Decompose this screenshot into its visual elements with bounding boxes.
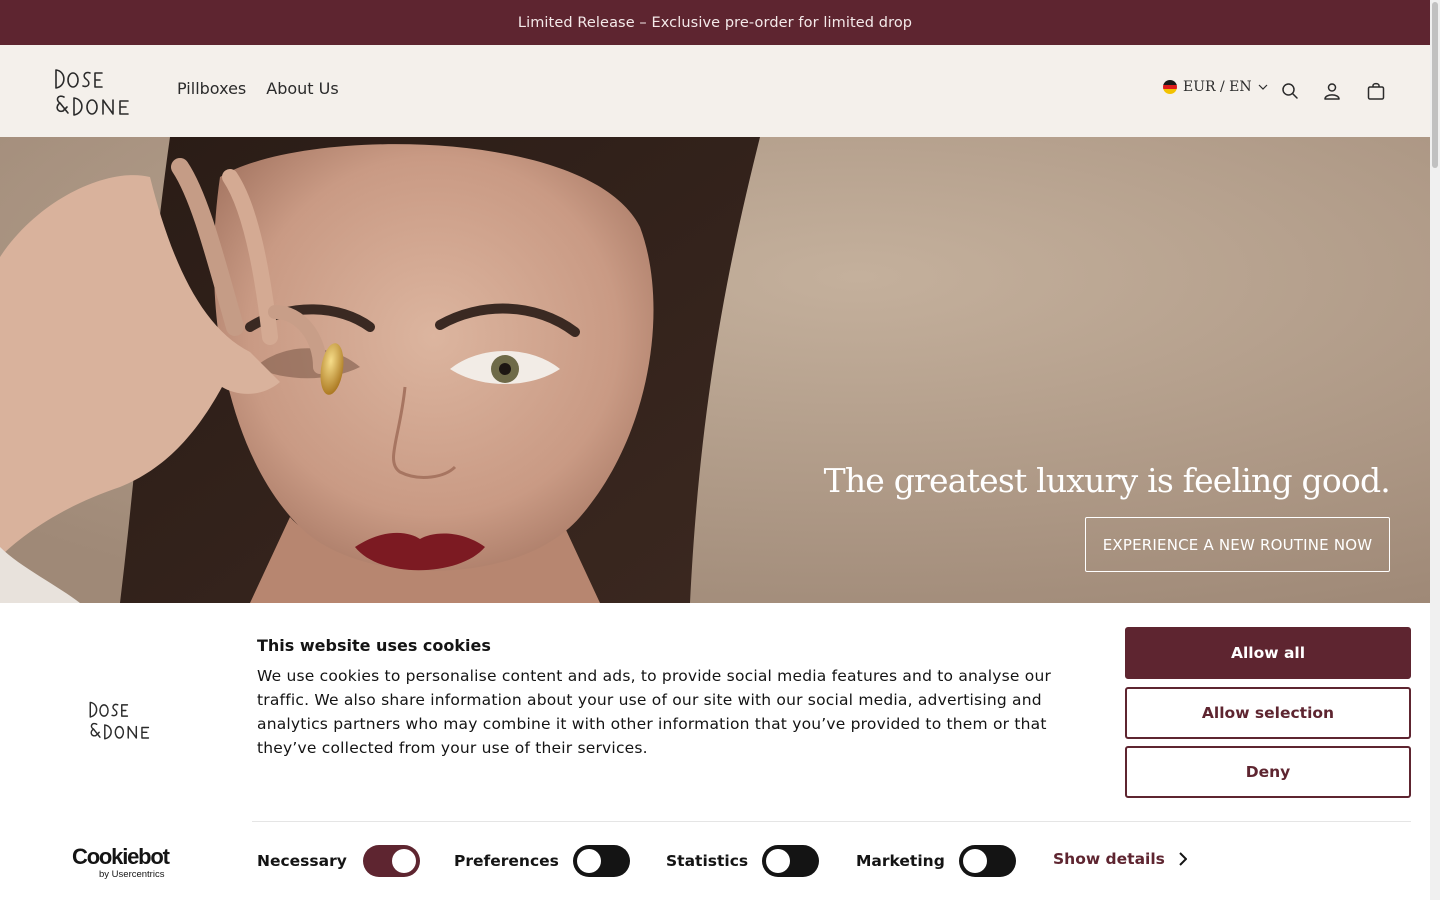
cookie-title: This website uses cookies xyxy=(257,636,491,655)
marketing-switch[interactable] xyxy=(958,845,1016,877)
announcement-bar: Limited Release – Exclusive pre-order fo… xyxy=(0,0,1430,45)
statistics-switch[interactable] xyxy=(762,845,820,877)
toggle-marketing: Marketing xyxy=(856,844,1016,878)
main-nav: Pillboxes About Us xyxy=(177,79,339,98)
deny-button[interactable]: Deny xyxy=(1125,746,1411,798)
chevron-down-icon xyxy=(1258,84,1268,90)
currency-language-selector[interactable]: EUR / EN xyxy=(1163,79,1268,95)
hero-banner: The greatest luxury is feeling good. EXP… xyxy=(0,137,1430,603)
scrollbar-thumb[interactable] xyxy=(1432,2,1438,168)
toggle-necessary: Necessary xyxy=(257,844,420,878)
show-details-link[interactable]: Show details xyxy=(1053,850,1187,868)
switch-knob xyxy=(962,849,987,873)
hero-headline: The greatest luxury is feeling good. xyxy=(823,461,1391,500)
cart-icon[interactable] xyxy=(1366,81,1386,101)
preferences-switch[interactable] xyxy=(572,845,630,877)
cookie-description: We use cookies to personalise content an… xyxy=(257,667,1052,757)
toggle-marketing-label: Marketing xyxy=(856,852,945,870)
chevron-right-icon xyxy=(1179,852,1187,866)
necessary-switch[interactable] xyxy=(362,845,420,877)
toggle-statistics-label: Statistics xyxy=(666,852,749,870)
switch-knob xyxy=(391,849,416,873)
nav-pillboxes[interactable]: Pillboxes xyxy=(177,79,246,98)
announcement-text: Limited Release – Exclusive pre-order fo… xyxy=(517,14,913,31)
germany-flag-icon xyxy=(1163,80,1177,94)
locale-label: EUR / EN xyxy=(1183,79,1252,95)
cookie-consent-banner: This website uses cookies We use cookies… xyxy=(0,603,1430,900)
allow-selection-button[interactable]: Allow selection xyxy=(1125,687,1411,739)
cookiebot-sub: by Usercentrics xyxy=(99,869,165,880)
toggle-preferences: Preferences xyxy=(454,844,630,878)
hero-cta-button[interactable]: EXPERIENCE A NEW ROUTINE NOW xyxy=(1085,517,1390,572)
account-icon[interactable] xyxy=(1322,81,1342,101)
switch-knob xyxy=(766,849,791,873)
site-header: Pillboxes About Us EUR / EN xyxy=(0,45,1430,137)
show-details-label: Show details xyxy=(1053,850,1165,868)
cookiebot-logo[interactable]: Cookiebot by Usercentrics xyxy=(72,844,176,881)
page-scrollbar[interactable] xyxy=(1430,0,1440,900)
toggle-necessary-label: Necessary xyxy=(257,852,347,870)
cookiebot-name: Cookiebot xyxy=(72,844,170,869)
dose-and-done-logo[interactable] xyxy=(52,67,146,119)
cookie-divider xyxy=(252,821,1411,822)
toggle-preferences-label: Preferences xyxy=(454,852,559,870)
search-icon[interactable] xyxy=(1280,81,1300,101)
nav-about-us[interactable]: About Us xyxy=(266,79,338,98)
switch-knob xyxy=(576,849,601,873)
allow-all-button[interactable]: Allow all xyxy=(1125,627,1411,679)
toggle-statistics: Statistics xyxy=(666,844,820,878)
cookie-banner-brand-logo xyxy=(89,701,150,740)
